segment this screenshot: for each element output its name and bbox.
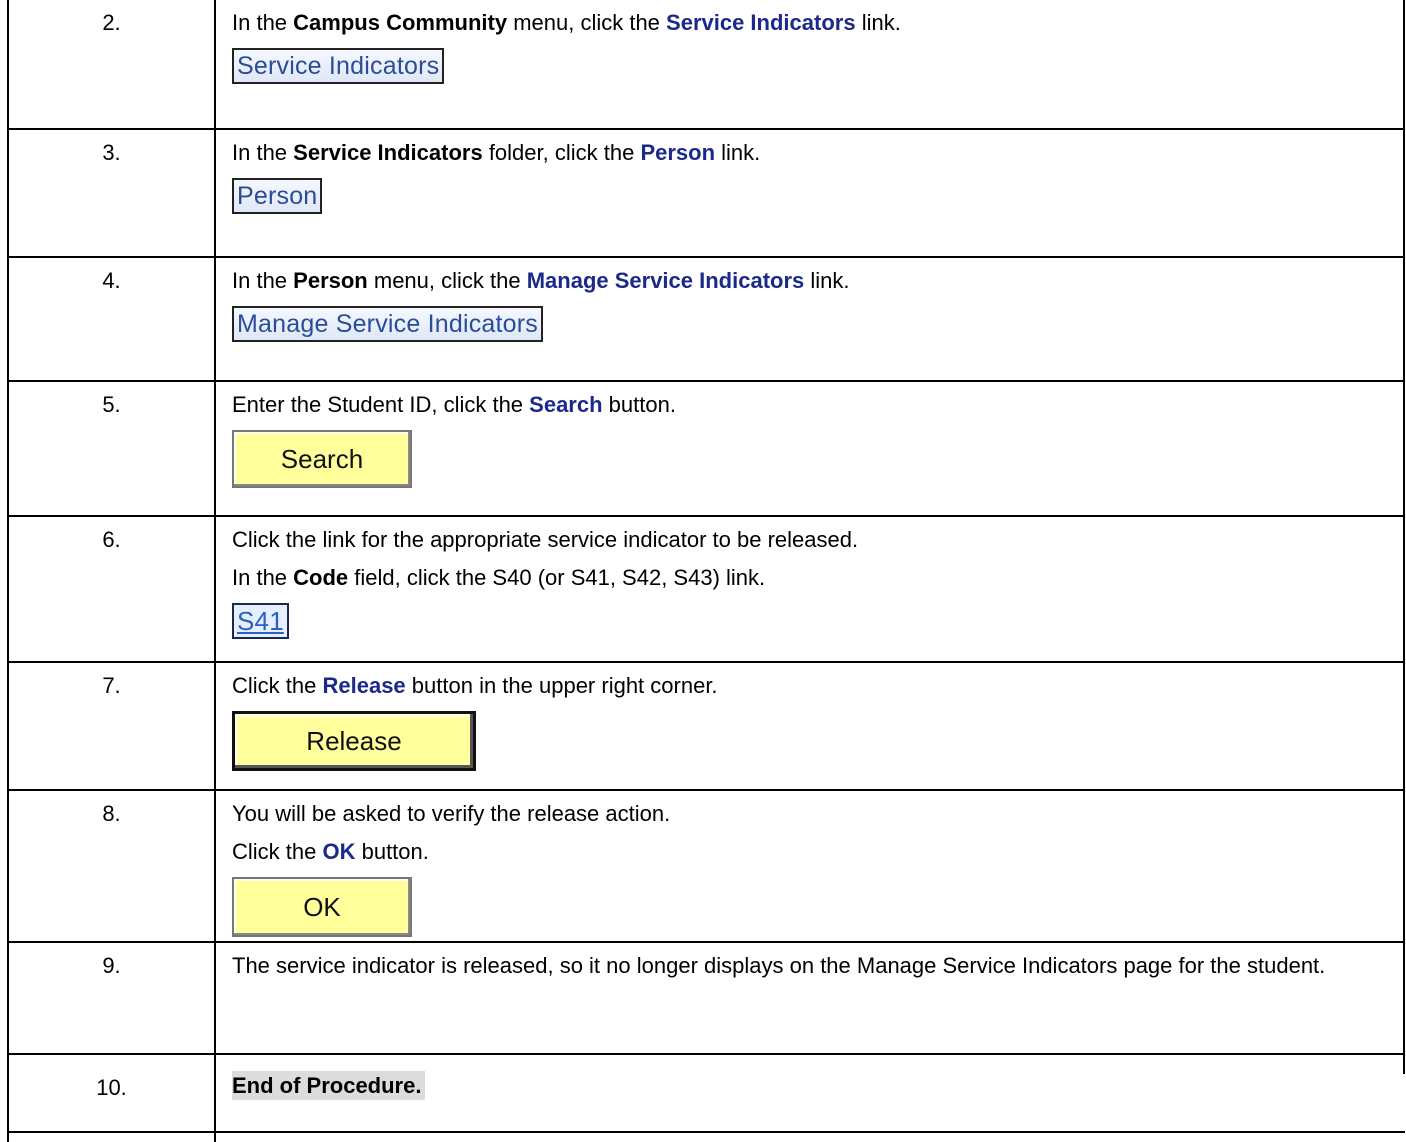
step-number: 3. <box>102 140 121 165</box>
step-instruction: Enter the Student ID, click the Search b… <box>232 392 676 417</box>
link-name: Manage Service Indicators <box>526 268 805 293</box>
folder-name: Service Indicators <box>293 140 483 165</box>
table-row: 6. Click the link for the appropriate se… <box>0 517 1406 663</box>
menu-name: Campus Community <box>293 10 508 35</box>
step-instruction: In the Code field, click the S40 (or S41… <box>232 565 766 590</box>
step-instruction: In the Person menu, click the Manage Ser… <box>232 268 850 293</box>
table-row: 8. You will be asked to verify the relea… <box>0 791 1406 943</box>
step-number: 7. <box>102 673 121 698</box>
link-name: Service Indicators <box>666 10 856 35</box>
end-of-procedure: End of Procedure. <box>232 1071 426 1100</box>
ok-button[interactable]: OK <box>232 877 412 937</box>
table-row: 3. In the Service Indicators folder, cli… <box>0 130 1406 258</box>
table-row: 10. End of Procedure. <box>0 1055 1406 1133</box>
step-instruction: In the Service Indicators folder, click … <box>232 140 761 165</box>
step-instruction: Click the link for the appropriate servi… <box>232 527 859 552</box>
link-name: Person <box>640 140 716 165</box>
step-content: In the Campus Community menu, click the … <box>232 10 1382 84</box>
table-row: 2. In the Campus Community menu, click t… <box>0 0 1406 130</box>
step-instruction: Click the Release button in the upper ri… <box>232 673 718 698</box>
step-content: Click the link for the appropriate servi… <box>232 527 1382 639</box>
button-name: Search <box>529 392 603 417</box>
step-content: End of Procedure. <box>232 1071 1382 1100</box>
table-row: 9. The service indicator is released, so… <box>0 943 1406 1055</box>
row-divider <box>7 1131 1405 1133</box>
service-indicators-link[interactable]: Service Indicators <box>232 48 445 84</box>
procedure-table: 2. In the Campus Community menu, click t… <box>0 0 1406 1142</box>
person-link[interactable]: Person <box>232 178 323 214</box>
step-number: 4. <box>102 268 121 293</box>
release-button[interactable]: Release <box>232 711 476 771</box>
step-number: 8. <box>102 801 121 826</box>
button-name: Release <box>322 673 406 698</box>
table-row: 7. Click the Release button in the upper… <box>0 663 1406 791</box>
table-row: 5. Enter the Student ID, click the Searc… <box>0 382 1406 517</box>
step-instruction: Click the OK button. <box>232 839 429 864</box>
step-number: 6. <box>102 527 121 552</box>
step-number: 2. <box>102 10 121 35</box>
step-number: 9. <box>102 953 121 978</box>
menu-name: Person <box>293 268 368 293</box>
step-instruction: The service indicator is released, so it… <box>232 953 1326 978</box>
manage-service-indicators-link[interactable]: Manage Service Indicators <box>232 306 543 342</box>
table-row: 4. In the Person menu, click the Manage … <box>0 258 1406 382</box>
s41-code-link[interactable]: S41 <box>232 603 289 639</box>
step-content: You will be asked to verify the release … <box>232 801 1382 937</box>
step-instruction: You will be asked to verify the release … <box>232 801 671 826</box>
step-content: In the Service Indicators folder, click … <box>232 140 1382 214</box>
step-content: Click the Release button in the upper ri… <box>232 673 1382 771</box>
search-button[interactable]: Search <box>232 430 412 488</box>
step-content: Enter the Student ID, click the Search b… <box>232 392 1382 488</box>
step-content: In the Person menu, click the Manage Ser… <box>232 268 1382 342</box>
step-content: The service indicator is released, so it… <box>232 953 1377 979</box>
button-name: OK <box>322 839 356 864</box>
step-instruction: In the Campus Community menu, click the … <box>232 10 901 35</box>
step-number: 5. <box>102 392 121 417</box>
step-number: 10. <box>96 1075 127 1100</box>
field-name: Code <box>293 565 349 590</box>
